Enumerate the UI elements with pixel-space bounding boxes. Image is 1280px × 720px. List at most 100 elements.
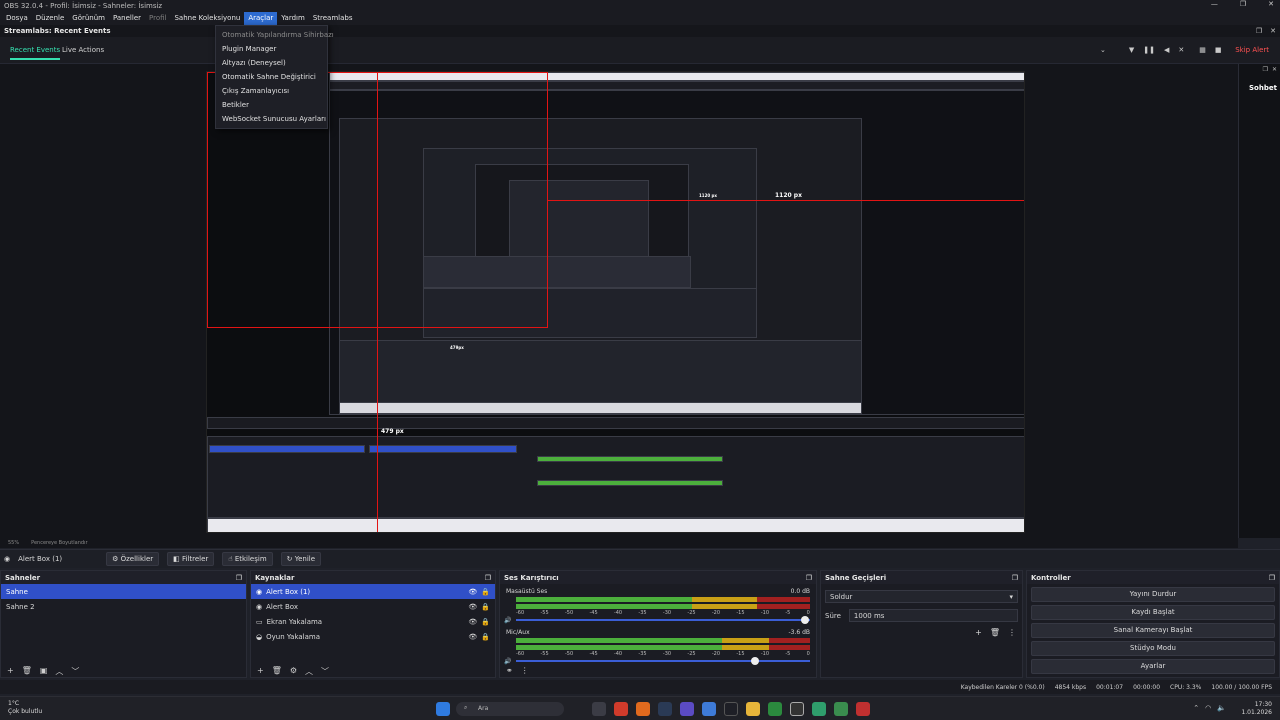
- chevron-down-icon[interactable]: ﹀: [321, 666, 329, 676]
- app-icon[interactable]: [856, 702, 870, 716]
- maximize-icon[interactable]: ❐: [1240, 0, 1246, 8]
- chevron-down-icon[interactable]: ﹀: [71, 666, 79, 676]
- weather-widget[interactable]: 1°C Çok bulutlu: [8, 700, 42, 716]
- minimize-icon[interactable]: —: [1211, 0, 1218, 8]
- float-icon[interactable]: ❐: [1263, 66, 1268, 74]
- lock-icon[interactable]: 🔒: [481, 588, 490, 596]
- link-icon[interactable]: ⚭: [506, 666, 513, 675]
- wifi-icon[interactable]: ◠: [1205, 704, 1211, 712]
- menu-edit[interactable]: Düzenle: [32, 12, 69, 25]
- app-icon[interactable]: [834, 702, 848, 716]
- speaker-icon[interactable]: 🔈: [1217, 704, 1226, 712]
- menu-profile[interactable]: Profil: [145, 12, 170, 25]
- source-item[interactable]: ▭ Ekran Yakalama 👁 🔒: [251, 614, 495, 629]
- eye-icon[interactable]: 👁: [468, 603, 477, 611]
- lock-icon[interactable]: 🔒: [481, 603, 490, 611]
- mute-icon[interactable]: ✕: [1178, 46, 1184, 54]
- speaker-icon[interactable]: 🔊: [504, 617, 511, 624]
- menu-dots-icon[interactable]: ⋮: [1008, 628, 1016, 637]
- volume-slider[interactable]: [516, 657, 810, 665]
- opera-icon[interactable]: [614, 702, 628, 716]
- filter-icon[interactable]: ▣: [40, 666, 48, 675]
- dock-options-icon[interactable]: ❐: [1269, 574, 1275, 582]
- skip-alert-button[interactable]: Skip Alert: [1235, 46, 1269, 54]
- scene-item[interactable]: Sahne: [1, 584, 246, 599]
- menu-dots-icon[interactable]: ⋮: [521, 666, 529, 675]
- eye-icon[interactable]: 👁: [468, 618, 477, 626]
- terminal-icon[interactable]: [724, 702, 738, 716]
- menu-item-auto-config-wizard[interactable]: Otomatik Yapılandırma Sihirbazı: [216, 28, 334, 42]
- dock-close-icon[interactable]: ✕: [1272, 66, 1277, 74]
- properties-button[interactable]: ⚙ Özellikler: [106, 552, 160, 566]
- lock-icon[interactable]: 🔒: [481, 633, 490, 641]
- menu-scene-collection[interactable]: Sahne Koleksiyonu: [170, 12, 244, 25]
- layout-icon[interactable]: ▦: [1199, 46, 1206, 54]
- obs-icon[interactable]: [790, 702, 804, 716]
- zoom-level[interactable]: 55%: [8, 540, 19, 546]
- source-item[interactable]: ◉ Alert Box 👁 🔒: [251, 599, 495, 614]
- dock-close-icon[interactable]: ✕: [1270, 27, 1276, 35]
- volume-slider[interactable]: [516, 616, 810, 624]
- trash-icon[interactable]: 🗑: [272, 666, 282, 675]
- lock-icon[interactable]: 🔒: [481, 618, 490, 626]
- interact-button[interactable]: ☝ Etkileşim: [222, 552, 273, 566]
- source-item[interactable]: ◒ Oyun Yakalama 👁 🔒: [251, 629, 495, 644]
- app-icon[interactable]: [768, 702, 782, 716]
- close-icon[interactable]: ✕: [1268, 0, 1274, 8]
- menu-item-auto-scene-switcher[interactable]: Otomatik Sahne Değiştirici: [216, 70, 327, 84]
- menu-file[interactable]: Dosya: [2, 12, 32, 25]
- menu-item-captions[interactable]: Altyazı (Deneysel): [216, 56, 327, 70]
- popout-icon[interactable]: ■: [1215, 46, 1222, 54]
- pause-icon[interactable]: ❚❚: [1143, 46, 1155, 54]
- firefox-icon[interactable]: [636, 702, 650, 716]
- trash-icon[interactable]: 🗑: [990, 628, 1000, 637]
- chevron-up-icon[interactable]: ︿: [55, 666, 63, 676]
- menu-view[interactable]: Görünüm: [68, 12, 109, 25]
- trash-icon[interactable]: 🗑: [22, 666, 32, 675]
- chevron-up-icon[interactable]: ⌃: [1193, 704, 1199, 712]
- filters-button[interactable]: ◧ Filtreler: [167, 552, 215, 566]
- menu-streamlabs[interactable]: Streamlabs: [309, 12, 357, 25]
- store-icon[interactable]: [702, 702, 716, 716]
- menu-docks[interactable]: Paneller: [109, 12, 145, 25]
- chevron-up-icon[interactable]: ︿: [305, 666, 313, 676]
- duration-field[interactable]: 1000 ms: [848, 609, 1018, 622]
- tab-live-actions[interactable]: Live Actions: [62, 46, 104, 54]
- task-view-icon[interactable]: [592, 702, 606, 716]
- discord-icon[interactable]: [680, 702, 694, 716]
- eye-icon[interactable]: 👁: [468, 633, 477, 641]
- add-icon[interactable]: +: [975, 628, 982, 637]
- resize-to-window[interactable]: Pencereye Boyutlandır: [31, 540, 87, 546]
- menu-item-scripts[interactable]: Betikler: [216, 98, 327, 112]
- dock-options-icon[interactable]: ❐: [806, 574, 812, 582]
- settings-button[interactable]: Ayarlar: [1031, 659, 1275, 674]
- chevron-down-icon[interactable]: ⌄: [1100, 46, 1106, 54]
- transition-select[interactable]: Soldur ▾: [825, 590, 1018, 603]
- filter-icon[interactable]: ▼: [1129, 46, 1134, 54]
- eye-icon[interactable]: 👁: [468, 588, 477, 596]
- tab-recent-events[interactable]: Recent Events: [10, 46, 61, 60]
- source-item[interactable]: ◉ Alert Box (1) 👁 🔒: [251, 584, 495, 599]
- steam-icon[interactable]: [658, 702, 672, 716]
- taskbar-search[interactable]: ⌕ Ara: [456, 702, 564, 716]
- add-icon[interactable]: +: [257, 666, 264, 675]
- studio-mode-button[interactable]: Stüdyo Modu: [1031, 641, 1275, 656]
- float-icon[interactable]: ❐: [1256, 27, 1262, 35]
- windows-start-icon[interactable]: [436, 702, 450, 716]
- dock-options-icon[interactable]: ❐: [485, 574, 491, 582]
- start-virtual-camera-button[interactable]: Sanal Kamerayı Başlat: [1031, 623, 1275, 638]
- scene-item[interactable]: Sahne 2: [1, 599, 246, 614]
- menu-tools[interactable]: Araçlar: [244, 12, 278, 25]
- gear-icon[interactable]: ⚙: [290, 666, 297, 675]
- add-icon[interactable]: +: [7, 666, 14, 675]
- menu-item-plugin-manager[interactable]: Plugin Manager: [216, 42, 327, 56]
- folder-icon[interactable]: [746, 702, 760, 716]
- refresh-button[interactable]: ↻ Yenile: [280, 552, 322, 566]
- menu-item-output-timer[interactable]: Çıkış Zamanlayıcısı: [216, 84, 327, 98]
- taskbar-clock[interactable]: 17:30 1.01.2026: [1241, 701, 1272, 717]
- streamlabs-icon[interactable]: [812, 702, 826, 716]
- volume-icon[interactable]: ◀: [1164, 46, 1169, 54]
- program-preview[interactable]: 1120 px 1120 px 479 px 479px: [206, 71, 1025, 533]
- start-recording-button[interactable]: Kaydı Başlat: [1031, 605, 1275, 620]
- dock-options-icon[interactable]: ❐: [236, 574, 242, 582]
